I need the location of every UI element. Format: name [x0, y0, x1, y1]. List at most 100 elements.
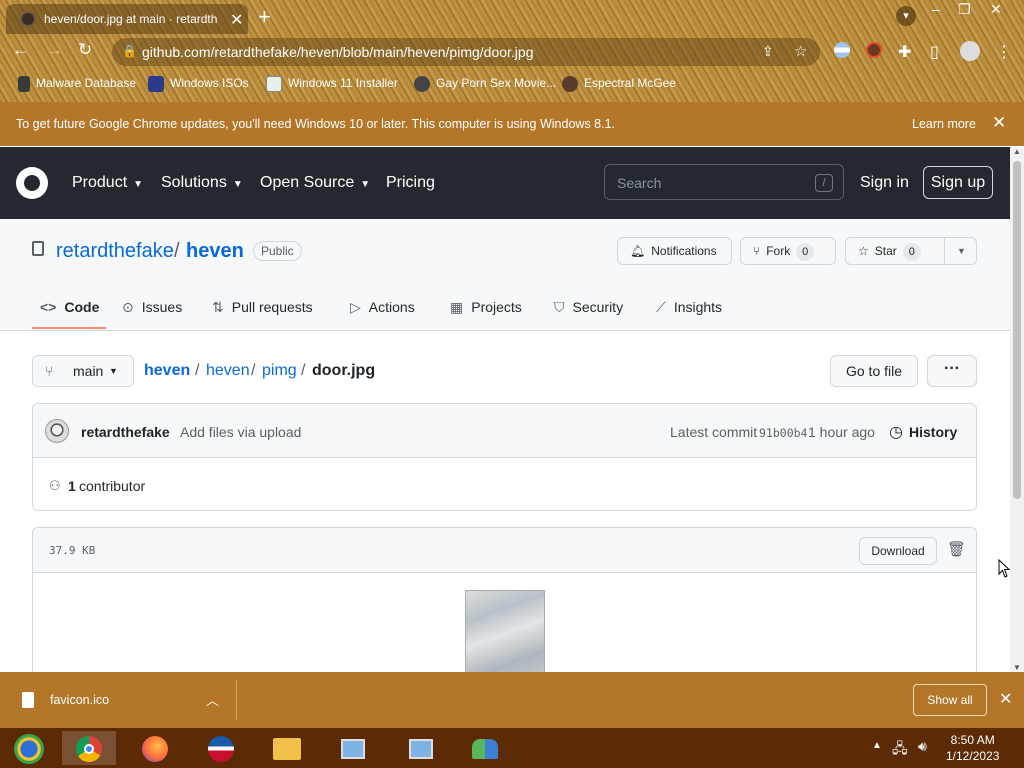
github-favicon-icon	[20, 11, 36, 27]
bookmark-movie-site[interactable]: Gay Porn Sex Movie...	[414, 76, 556, 92]
scroll-down-icon[interactable]: ▼	[1013, 663, 1021, 672]
system-clock[interactable]: 8:50 AM 1/12/2023	[946, 732, 999, 764]
fork-button[interactable]: ⑂ Fork 0	[740, 237, 836, 265]
scroll-up-icon[interactable]: ▲	[1013, 147, 1021, 156]
minimize-icon[interactable]: ‒	[932, 1, 940, 17]
more-options-icon[interactable]: ···	[927, 355, 977, 387]
tab-pull-requests[interactable]: ⇅ Pull requests	[212, 299, 313, 316]
nav-open-source[interactable]: Open Source ▼	[260, 174, 370, 192]
code-icon: <>	[40, 299, 57, 315]
network-icon[interactable]: 🖧	[892, 738, 908, 762]
file-viewer: 37.9 KB Download 🗑︎	[32, 527, 977, 690]
star-count: 0	[902, 243, 921, 261]
file-explorer-taskbar-icon[interactable]	[260, 731, 314, 765]
tab-search-icon[interactable]: ▾	[896, 6, 916, 26]
restore-icon[interactable]: ❐	[958, 1, 971, 18]
breadcrumb-folder[interactable]: heven	[206, 362, 250, 380]
share-icon[interactable]: ⇪	[762, 43, 774, 60]
close-download-shelf-icon[interactable]: ✕	[999, 689, 1012, 709]
commit-sha-link[interactable]: 91b00b4	[759, 426, 807, 440]
scrollbar-thumb[interactable]	[1013, 161, 1021, 499]
show-all-button[interactable]: Show all	[913, 684, 987, 716]
download-filename[interactable]: favicon.ico	[50, 693, 109, 707]
commit-author-link[interactable]: retardthefake	[81, 424, 170, 440]
side-panel-icon[interactable]: ▯	[930, 42, 939, 62]
close-tab-icon[interactable]: ✕	[230, 10, 243, 30]
forward-icon[interactable]: →	[46, 40, 63, 60]
notifications-button[interactable]: 🔔︎ Notifications	[617, 237, 732, 265]
nav-label: Open Source	[260, 174, 355, 191]
tab-security[interactable]: ⛉ Security	[554, 299, 623, 316]
remote-desktop-taskbar-icon-2[interactable]	[394, 731, 448, 765]
bookmark-windows-isos[interactable]: Windows ISOs	[148, 76, 249, 92]
bookmark-malware-database[interactable]: Malware Database	[18, 76, 136, 92]
extension-avatar-icon[interactable]	[866, 42, 882, 58]
chevron-down-icon: ▼	[232, 179, 243, 190]
sign-up-button[interactable]: Sign up	[923, 166, 993, 199]
nav-solutions[interactable]: Solutions ▼	[161, 174, 243, 192]
page-scrollbar[interactable]: ▲ ▼	[1010, 147, 1024, 672]
issue-icon: ⊙	[122, 299, 134, 315]
network-users-taskbar-icon[interactable]	[458, 731, 512, 765]
bookmark-espectral-mcgee[interactable]: Espectral McGee	[562, 76, 676, 92]
chevron-up-icon[interactable]: ︿	[206, 690, 219, 709]
star-button[interactable]: ☆ Star 0 ▼	[845, 237, 977, 265]
browser-frame: heven/door.jpg at main · retardth ✕ + ▾ …	[0, 0, 1024, 102]
contributors-label[interactable]: contributor	[79, 478, 145, 494]
new-tab-icon[interactable]: +	[258, 4, 271, 30]
start-button-icon[interactable]	[2, 731, 56, 765]
contributors-count[interactable]: 1	[68, 478, 76, 494]
reload-icon[interactable]: ↻	[78, 40, 92, 60]
back-icon[interactable]: ←	[12, 40, 29, 60]
search-input[interactable]: Search /	[604, 164, 844, 200]
nav-product[interactable]: Product ▼	[72, 174, 143, 192]
commit-message-link[interactable]: Add files via upload	[180, 424, 301, 440]
firefox-taskbar-icon[interactable]	[128, 731, 182, 765]
tab-label: Insights	[673, 299, 723, 315]
sign-in-link[interactable]: Sign in	[860, 174, 909, 192]
nav-label: Solutions	[161, 174, 227, 191]
delete-icon[interactable]: 🗑︎	[947, 540, 966, 558]
lock-icon: 🔒	[122, 44, 137, 58]
repo-name-link[interactable]: heven	[186, 240, 244, 263]
github-logo-icon[interactable]	[16, 167, 48, 199]
browser-tab-active[interactable]: heven/door.jpg at main · retardth ✕	[6, 4, 248, 34]
download-button[interactable]: Download	[859, 537, 937, 565]
nav-pricing[interactable]: Pricing	[386, 174, 435, 192]
tab-insights[interactable]: ⟋ Insights	[656, 299, 722, 316]
tab-projects[interactable]: ▦ Projects	[450, 299, 522, 316]
branch-selector[interactable]: ⑂ main ▼	[32, 355, 134, 387]
star-label: Star	[874, 244, 897, 258]
remote-desktop-taskbar-icon[interactable]	[326, 731, 380, 765]
bookmark-star-icon[interactable]: ☆	[794, 42, 807, 60]
go-to-file-button[interactable]: Go to file	[830, 355, 918, 387]
chrome-taskbar-icon[interactable]	[62, 731, 116, 765]
breadcrumb-root[interactable]: heven	[144, 362, 190, 380]
branch-icon: ⑂	[45, 363, 54, 379]
tab-issues[interactable]: ⊙ Issues	[122, 299, 182, 316]
extensions-puzzle-icon[interactable]: ✚	[898, 42, 911, 62]
close-infobar-icon[interactable]: ✕	[992, 113, 1006, 133]
tab-code[interactable]: <> Code	[40, 299, 99, 315]
media-player-taskbar-icon[interactable]	[194, 731, 248, 765]
chrome-menu-icon[interactable]: ⋮	[996, 42, 1012, 62]
repo-owner-link[interactable]: retardthefake	[56, 240, 174, 263]
profile-icon[interactable]	[960, 41, 980, 61]
breadcrumb-folder[interactable]: pimg	[262, 362, 297, 380]
volume-icon[interactable]: 🔊︎	[918, 738, 927, 755]
bookmark-windows-11-installer[interactable]: Windows 11 Installer	[266, 76, 398, 92]
window-close-icon[interactable]: ✕	[990, 1, 1002, 18]
commit-box: retardthefake Add files via upload Lates…	[32, 403, 977, 511]
star-dropdown-icon[interactable]: ▼	[944, 238, 978, 264]
search-placeholder: Search	[617, 175, 662, 191]
avatar[interactable]	[45, 419, 69, 443]
history-link[interactable]: History	[909, 424, 957, 440]
tab-actions[interactable]: ▷ Actions	[350, 299, 415, 316]
active-tab-underline	[32, 327, 106, 329]
extension-flag-icon[interactable]	[834, 42, 850, 58]
address-bar[interactable]: 🔒 github.com/retardthefake/heven/blob/ma…	[112, 38, 820, 66]
chevron-down-icon: ▼	[133, 179, 144, 190]
learn-more-link[interactable]: Learn more	[912, 117, 976, 131]
tray-chevron-up-icon[interactable]: ▲	[872, 740, 882, 751]
latest-commit-label: Latest commit	[670, 424, 758, 440]
